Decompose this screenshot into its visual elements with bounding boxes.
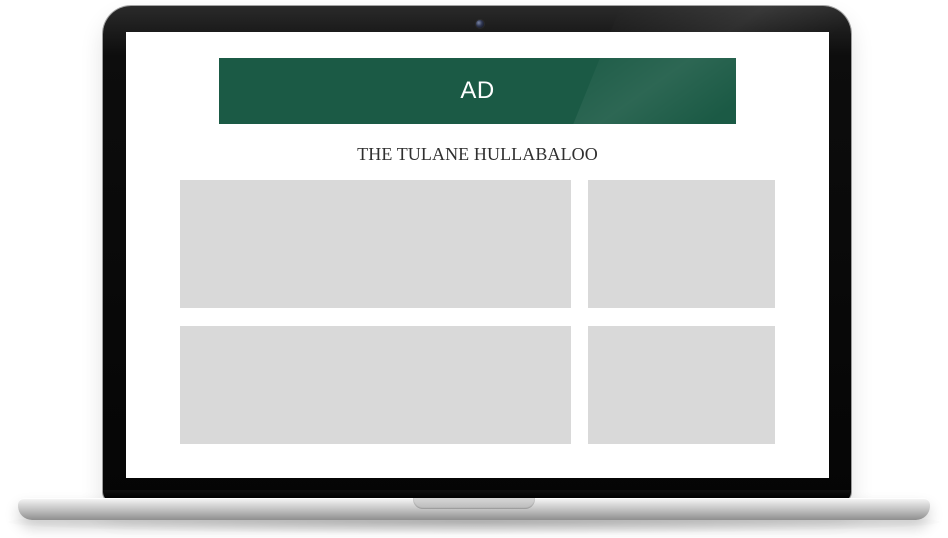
laptop-mockup: AD THE TULANE HULLABALOO [0, 0, 948, 538]
ad-banner[interactable]: AD [219, 58, 736, 124]
ad-label: AD [460, 77, 495, 104]
content-block-small-top [588, 180, 775, 308]
camera-icon [476, 20, 484, 28]
content-block-large-bottom [180, 326, 571, 444]
laptop-screen: AD THE TULANE HULLABALOO [126, 32, 829, 478]
site-title: THE TULANE HULLABALOO [357, 144, 598, 164]
laptop-base-notch [413, 498, 535, 509]
content-block-small-bottom [588, 326, 775, 444]
content-block-large-top [180, 180, 571, 308]
laptop-bezel: AD THE TULANE HULLABALOO [103, 6, 851, 502]
